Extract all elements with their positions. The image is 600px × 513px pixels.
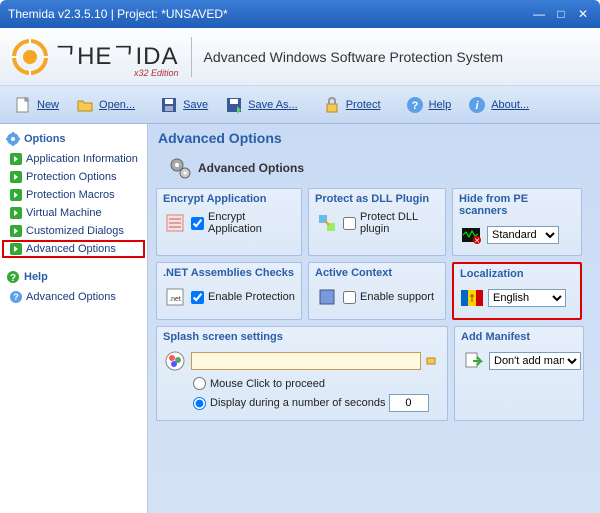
sidebar-help-advanced[interactable]: ?Advanced Options [2,288,145,306]
sidebar-item-vm[interactable]: Virtual Machine [2,204,145,222]
encrypt-checkbox[interactable] [191,217,204,230]
splash-icon [163,349,187,373]
manifest-select[interactable]: Don't add manifest [489,352,581,370]
sidebar: Options Application Information Protecti… [0,124,148,513]
panel-splash: Splash screen settings Mouse Click to pr… [156,326,448,421]
manifest-icon [461,349,485,373]
encrypt-icon [163,211,187,235]
maximize-button[interactable]: □ [552,5,570,23]
help-icon: ? [405,95,425,115]
arrow-icon [10,207,22,219]
main-area: Advanced Options Advanced Options Encryp… [148,124,600,513]
pe-select[interactable]: Standard [487,226,559,244]
svg-text:.net: .net [169,296,181,303]
arrow-icon [10,171,22,183]
flag-icon [460,286,484,310]
new-icon [13,95,33,115]
svg-text:?: ? [411,100,418,112]
sidebar-item-app-info[interactable]: Application Information [2,150,145,168]
panel-localization: Localization English [452,262,582,320]
svg-text:?: ? [10,273,16,284]
pe-icon: ✕ [459,223,483,247]
dll-checkbox[interactable] [343,217,356,230]
help-icon: ? [6,270,20,284]
panel-dll: Protect as DLL Plugin Protect DLL plugin [308,188,446,256]
splash-file-input[interactable] [191,352,421,370]
gears-icon [168,156,192,180]
splash-radio-seconds[interactable]: Display during a number of seconds [193,394,441,412]
new-button[interactable]: New [6,90,66,120]
panel-active-context: Active Context Enable support [308,262,446,320]
sidebar-options-header[interactable]: Options [2,128,145,150]
panel-pe-scanners: Hide from PE scanners ✕ Standard [452,188,582,256]
panel-encrypt: Encrypt Application Encrypt Application [156,188,302,256]
help-button[interactable]: ? Help [398,90,459,120]
splash-seconds-input[interactable] [389,394,429,412]
titlebar: Themida v2.3.5.10 | Project: *UNSAVED* —… [0,0,600,28]
sidebar-item-dialogs[interactable]: Customized Dialogs [2,222,145,240]
brand: ᄀHEᄀIDA x32 Edition [54,36,179,78]
logo: ᄀHEᄀIDA x32 Edition [10,36,179,78]
arrow-icon [10,225,22,237]
arrow-icon [10,153,22,165]
toolbar: New Open... Save Save As... Protect ? He… [0,86,600,124]
about-button[interactable]: i About... [460,90,536,120]
gear-icon [6,132,20,146]
minimize-button[interactable]: — [530,5,548,23]
splash-radio-mouse[interactable]: Mouse Click to proceed [193,377,441,390]
open-icon [75,95,95,115]
dll-icon [315,211,339,235]
sidebar-item-protection[interactable]: Protection Options [2,168,145,186]
arrow-icon [10,189,22,201]
saveas-button[interactable]: Save As... [217,90,305,120]
panel-net: .NET Assemblies Checks .net Enable Prote… [156,262,302,320]
sidebar-item-macros[interactable]: Protection Macros [2,186,145,204]
protect-button[interactable]: Protect [315,90,388,120]
question-icon: ? [10,291,22,303]
arrow-icon [10,243,22,255]
close-button[interactable]: ✕ [574,5,592,23]
net-icon: .net [163,285,187,309]
sidebar-help-header[interactable]: ? Help [2,266,145,288]
content: Options Application Information Protecti… [0,124,600,513]
header: ᄀHEᄀIDA x32 Edition Advanced Windows Sof… [0,28,600,86]
active-icon [315,285,339,309]
locale-select[interactable]: English [488,289,566,307]
window-title: Themida v2.3.5.10 | Project: *UNSAVED* [8,7,228,21]
saveas-icon [224,95,244,115]
main-title: Advanced Options [148,124,600,150]
net-checkbox[interactable] [191,291,204,304]
save-icon [159,95,179,115]
divider [191,37,192,77]
logo-icon [10,37,50,77]
splash-radio-seconds-input[interactable] [193,397,206,410]
brand-name: ᄀHEᄀIDA [54,36,179,71]
splash-radio-mouse-input[interactable] [193,377,206,390]
sidebar-item-advanced[interactable]: Advanced Options [2,240,145,258]
svg-text:✕: ✕ [474,238,480,245]
open-button[interactable]: Open... [68,90,142,120]
protect-icon [322,95,342,115]
about-icon: i [467,95,487,115]
browse-icon[interactable] [425,354,437,369]
save-button[interactable]: Save [152,90,215,120]
header-subtitle: Advanced Windows Software Protection Sys… [204,49,504,65]
active-checkbox[interactable] [343,291,356,304]
panel-manifest: Add Manifest Don't add manifest [454,326,584,421]
main-header: Advanced Options [148,150,600,188]
